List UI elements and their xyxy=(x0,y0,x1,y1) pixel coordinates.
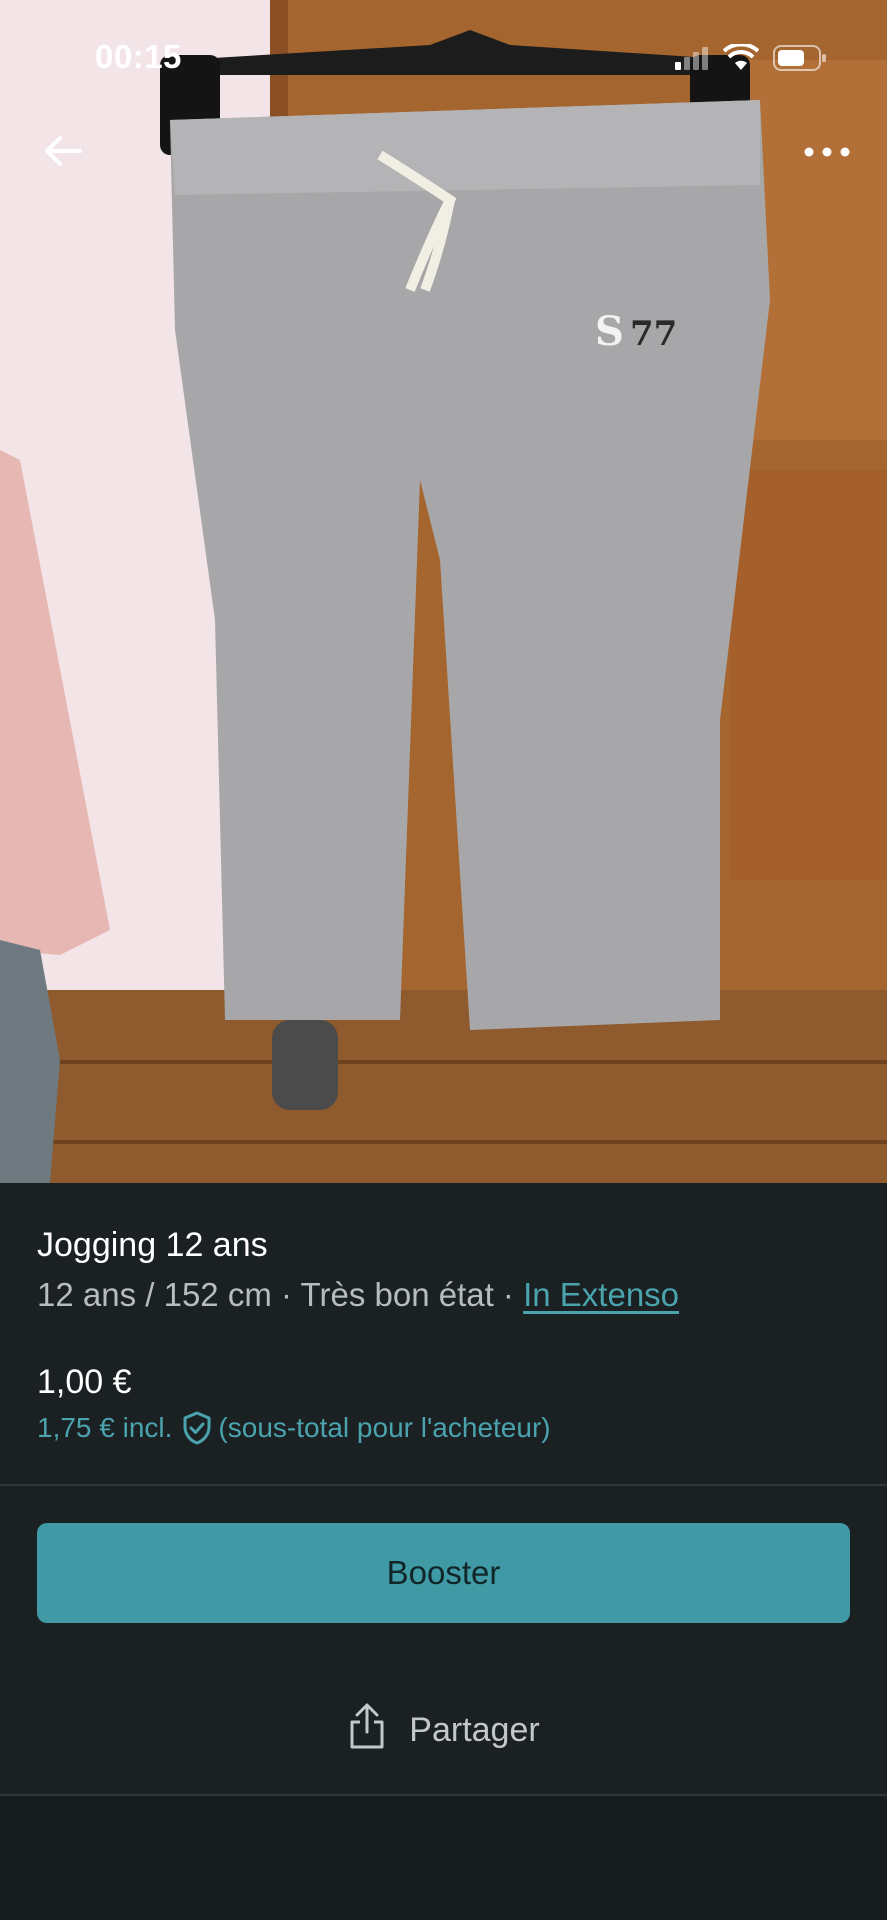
item-detail-screen: S 77 00:15 Jogging 12 ans 12 ans / 152 c… xyxy=(0,0,887,1920)
meta-separator: · xyxy=(271,1276,301,1313)
buyer-price: 1,75 € incl. xyxy=(37,1412,173,1443)
item-title: Jogging 12 ans xyxy=(37,1226,268,1264)
wifi-icon xyxy=(722,42,760,77)
share-icon xyxy=(347,1702,387,1759)
status-icons xyxy=(675,42,827,77)
buyer-price-info[interactable]: 1,75 € incl. (sous-total pour l'acheteur… xyxy=(37,1411,551,1445)
back-button[interactable] xyxy=(38,128,88,178)
item-condition: Très bon état xyxy=(300,1276,494,1313)
meta-separator: · xyxy=(493,1276,524,1313)
item-photo[interactable]: S 77 xyxy=(0,0,887,1183)
signal-icon xyxy=(675,46,709,75)
share-button[interactable]: Partager xyxy=(0,1690,887,1770)
more-options-button[interactable] xyxy=(797,128,857,178)
share-label: Partager xyxy=(409,1710,540,1749)
svg-text:S: S xyxy=(595,308,624,355)
shield-check-icon xyxy=(182,1411,212,1445)
item-brand-link[interactable]: In Extenso xyxy=(523,1276,679,1313)
divider xyxy=(0,1794,887,1796)
battery-icon xyxy=(773,45,827,76)
arrow-left-icon xyxy=(44,135,82,172)
more-dots-icon xyxy=(804,144,850,162)
item-meta: 12 ans / 152 cm · Très bon état · In Ext… xyxy=(37,1276,679,1314)
status-time: 00:15 xyxy=(95,38,182,75)
booster-button[interactable]: Booster xyxy=(37,1523,850,1623)
svg-text:77: 77 xyxy=(630,314,677,354)
item-price: 1,00 € xyxy=(37,1363,132,1401)
bottom-bar xyxy=(0,1797,887,1920)
buyer-price-note: (sous-total pour l'acheteur) xyxy=(218,1412,551,1443)
divider xyxy=(0,1484,887,1486)
item-size: 12 ans / 152 cm xyxy=(37,1276,272,1313)
